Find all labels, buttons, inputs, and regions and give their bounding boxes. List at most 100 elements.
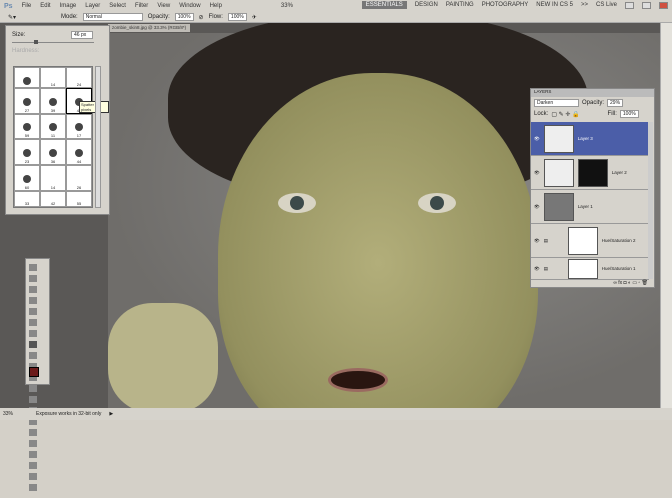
brush-tip[interactable]: 33 xyxy=(14,191,40,207)
layers-footer-buttons[interactable]: ∞ fx ◘ ◐ ▭ ▫ 🗑 xyxy=(613,280,648,286)
brush-tip[interactable]: 14 xyxy=(40,165,66,192)
opacity-input[interactable]: 100% xyxy=(174,13,194,21)
menu-image[interactable]: Image xyxy=(60,3,77,9)
status-bar: 33% Exposure works in 32-bit only ▶ xyxy=(0,408,672,420)
document-tab[interactable]: zombie_skin8.jpg @ 33.3% (RGB/8*) xyxy=(108,24,191,32)
quick-select-tool-icon[interactable] xyxy=(29,297,37,304)
brush-tip[interactable]: 14 xyxy=(40,67,66,88)
size-slider[interactable] xyxy=(12,40,94,44)
photoshop-logo: Ps xyxy=(4,2,13,10)
brush-preset-icon[interactable]: ✎▾ xyxy=(8,14,16,21)
foreground-color-swatch[interactable] xyxy=(29,367,39,377)
status-arrow-icon[interactable]: ▶ xyxy=(109,411,113,417)
workspace-new-in-cs5[interactable]: NEW IN CS 5 xyxy=(536,2,573,8)
hand xyxy=(108,303,218,408)
workspace-design[interactable]: DESIGN xyxy=(415,2,438,8)
brush-tip[interactable]: 55 xyxy=(66,191,92,207)
fill-input[interactable]: 100% xyxy=(619,110,639,118)
eye-icon[interactable]: 👁 xyxy=(534,266,540,272)
brush-tip[interactable]: 23 xyxy=(14,139,40,166)
hand-tool-icon[interactable] xyxy=(29,473,37,480)
status-zoom[interactable]: 33% xyxy=(3,411,13,417)
airbrush-icon[interactable]: ✈ xyxy=(252,14,257,21)
brush-tip[interactable]: 26 xyxy=(66,165,92,192)
layer-opacity-input[interactable]: 29% xyxy=(607,99,624,107)
brush-tip[interactable]: 27 xyxy=(14,87,40,114)
workspace-more[interactable]: >> xyxy=(581,2,588,8)
brush-tooltip: Spatter 46 pixels xyxy=(79,101,109,113)
brush-tool-icon[interactable] xyxy=(29,341,37,348)
brush-tip[interactable]: 11 xyxy=(40,113,66,140)
layer-thumbnail xyxy=(543,124,574,153)
menu-file[interactable]: File xyxy=(22,3,32,9)
layer-row[interactable]: 👁 Layer 2 xyxy=(531,156,649,190)
mode-select[interactable]: Normal xyxy=(82,13,143,21)
mouth xyxy=(328,368,388,392)
status-info[interactable]: Exposure works in 32-bit only xyxy=(36,411,101,417)
brush-grid-scrollbar[interactable] xyxy=(95,66,101,208)
mode-label: Mode: xyxy=(61,14,78,20)
path-select-tool-icon[interactable] xyxy=(29,440,37,447)
pressure-opacity-icon[interactable]: ⊘ xyxy=(199,14,204,21)
blend-mode-select[interactable]: Darken xyxy=(534,99,579,107)
workspace-photography[interactable]: PHOTOGRAPHY xyxy=(482,2,529,8)
brush-tip[interactable]: 42 xyxy=(40,191,66,207)
cs-live-button[interactable]: CS Live xyxy=(596,2,617,8)
eye-icon[interactable]: 👁 xyxy=(534,136,540,142)
layer-row[interactable]: 👁 Layer 3 xyxy=(531,122,649,156)
brush-tip[interactable]: 24 xyxy=(66,67,92,88)
eye-icon[interactable]: 👁 xyxy=(534,238,540,244)
size-input[interactable]: 46 px xyxy=(71,31,93,39)
menu-view[interactable]: View xyxy=(157,3,170,9)
eye-icon[interactable]: 👁 xyxy=(534,170,540,176)
brush-tip[interactable] xyxy=(14,67,40,88)
layer-row[interactable]: 👁 Layer 1 xyxy=(531,190,649,224)
zoom-tool-icon[interactable] xyxy=(29,484,37,491)
move-tool-icon[interactable] xyxy=(29,264,37,271)
menu-select[interactable]: Select xyxy=(109,3,126,9)
menu-edit[interactable]: Edit xyxy=(40,3,50,9)
layer-name: Hue/Saturation 1 xyxy=(601,266,636,271)
lock-icons[interactable]: ▢ ✎ ✛ 🔒 xyxy=(551,111,579,118)
layers-scrollbar[interactable] xyxy=(648,122,653,279)
brush-tip[interactable]: 36 xyxy=(40,139,66,166)
hardness-label: Hardness: xyxy=(12,48,40,54)
layer-row[interactable]: 👁 ▤ Hue/Saturation 1 xyxy=(531,258,649,280)
layers-panel-title: LAYERS xyxy=(531,89,654,97)
brush-tip[interactable]: 44 xyxy=(66,139,92,166)
marquee-tool-icon[interactable] xyxy=(29,275,37,282)
menu-layer[interactable]: Layer xyxy=(85,3,100,9)
menu-filter[interactable]: Filter xyxy=(135,3,148,9)
lock-label: Lock: xyxy=(534,111,549,117)
left-eye xyxy=(278,193,316,213)
type-tool-icon[interactable] xyxy=(29,429,37,436)
flow-input[interactable]: 100% xyxy=(227,13,247,21)
workspace-painting[interactable]: PAINTING xyxy=(446,2,474,8)
eye-icon[interactable]: 👁 xyxy=(534,204,540,210)
menu-help[interactable]: Help xyxy=(210,3,222,9)
brush-tip[interactable]: 60 xyxy=(14,165,40,192)
size-label: Size: xyxy=(12,32,26,38)
shape-tool-icon[interactable] xyxy=(29,451,37,458)
close-button[interactable] xyxy=(659,1,668,9)
blur-tool-icon[interactable] xyxy=(29,396,37,403)
workspace-essentials[interactable]: ESSENTIALS xyxy=(361,1,407,9)
maximize-button[interactable] xyxy=(642,1,651,9)
gradient-tool-icon[interactable] xyxy=(29,385,37,392)
3d-tool-icon[interactable] xyxy=(29,462,37,469)
crop-tool-icon[interactable] xyxy=(29,308,37,315)
brush-tip[interactable]: 59 xyxy=(14,113,40,140)
eyedropper-tool-icon[interactable] xyxy=(29,319,37,326)
clone-stamp-tool-icon[interactable] xyxy=(29,352,37,359)
layer-mask-thumbnail xyxy=(567,258,598,279)
zoom-level-dropdown[interactable]: 33% xyxy=(281,3,293,9)
canvas-vertical-scrollbar[interactable] xyxy=(660,23,672,408)
brush-tip[interactable]: 39 xyxy=(40,87,66,114)
brush-tip[interactable]: 17 xyxy=(66,113,92,140)
minimize-button[interactable] xyxy=(625,1,634,9)
menu-window[interactable]: Window xyxy=(179,3,200,9)
layer-opacity-label: Opacity: xyxy=(582,100,605,106)
layer-row[interactable]: 👁 ▤ Hue/Saturation 2 xyxy=(531,224,649,258)
lasso-tool-icon[interactable] xyxy=(29,286,37,293)
healing-tool-icon[interactable] xyxy=(29,330,37,337)
